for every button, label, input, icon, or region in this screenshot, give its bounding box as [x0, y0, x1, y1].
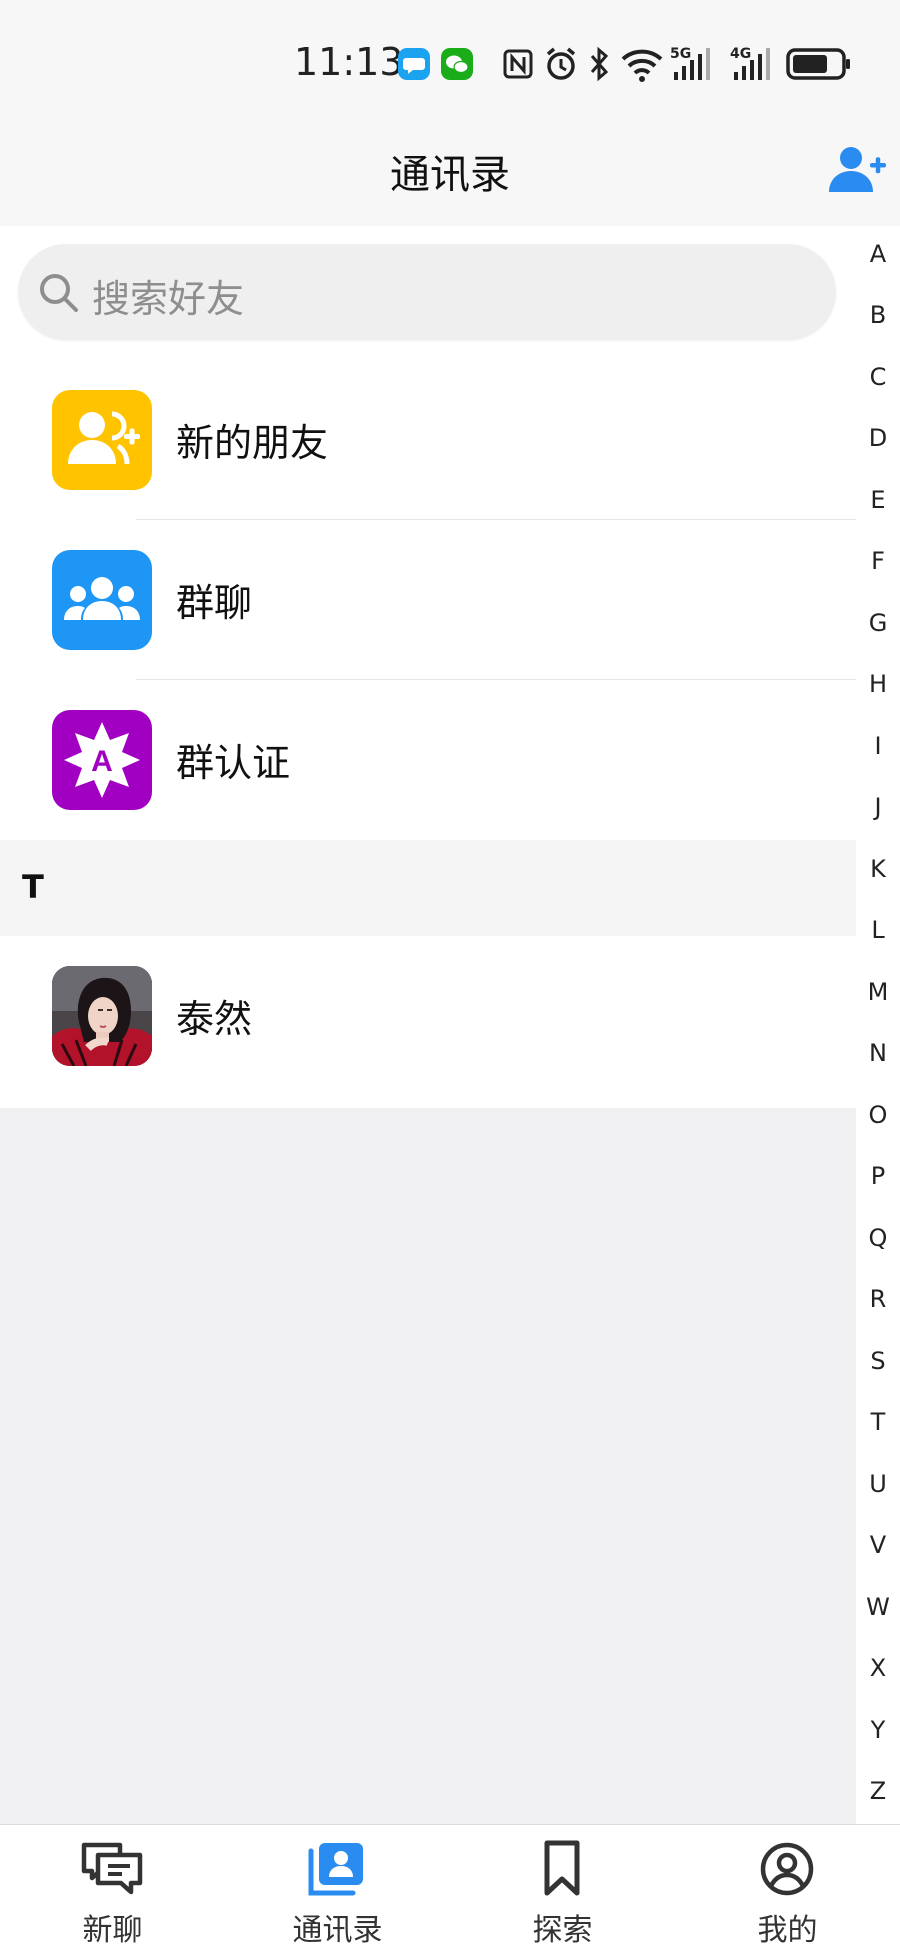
- index-letter-a[interactable]: A: [856, 240, 900, 268]
- new-friends-item[interactable]: 新的朋友: [0, 360, 856, 520]
- chat-icon: [81, 1842, 143, 1895]
- index-letter-x[interactable]: X: [856, 1654, 900, 1682]
- group-chat-item[interactable]: 群聊: [0, 520, 856, 680]
- nav-chat[interactable]: 新聊: [0, 1825, 225, 1951]
- index-letter-q[interactable]: Q: [856, 1224, 900, 1252]
- contact-name: 泰然: [176, 997, 253, 1041]
- status-bar: 11:13 5G 4G: [0, 0, 900, 110]
- add-friend-icon: [829, 147, 886, 192]
- signal-5g-icon: 5G: [670, 44, 718, 84]
- signal-4g-icon: 4G: [730, 44, 778, 84]
- index-letter-t[interactable]: T: [856, 1408, 900, 1436]
- search-icon: [40, 274, 78, 312]
- add-friend-button[interactable]: [828, 144, 888, 196]
- index-letter-j[interactable]: J: [856, 793, 900, 821]
- index-letter-f[interactable]: F: [856, 547, 900, 575]
- index-letter-h[interactable]: H: [856, 670, 900, 698]
- page-title: 通讯录: [390, 152, 510, 198]
- bookmark-icon: [544, 1840, 580, 1896]
- contacts-list: 搜索好友 新的朋友 群聊 A 群认证 T 泰然: [0, 226, 856, 1108]
- svg-text:A: A: [91, 745, 113, 778]
- group-verify-item[interactable]: A 群认证: [0, 680, 856, 840]
- wifi-icon: [621, 49, 663, 82]
- group-verify-label: 群认证: [176, 741, 291, 785]
- nav-contacts-label: 通讯录: [292, 1913, 383, 1948]
- index-letter-k[interactable]: K: [856, 855, 900, 883]
- index-letter-o[interactable]: O: [856, 1101, 900, 1129]
- index-letter-r[interactable]: R: [856, 1285, 900, 1313]
- status-time: 11:13: [294, 40, 404, 84]
- header: 通讯录: [0, 110, 900, 226]
- contacts-icon: [308, 1843, 363, 1896]
- index-letter-e[interactable]: E: [856, 486, 900, 514]
- new-friends-label: 新的朋友: [176, 421, 329, 465]
- index-letter-s[interactable]: S: [856, 1347, 900, 1375]
- new-friend-icon: [52, 390, 152, 490]
- profile-icon: [760, 1842, 814, 1896]
- index-letter-d[interactable]: D: [856, 424, 900, 452]
- message-notification-icon: [398, 48, 430, 80]
- index-letter-n[interactable]: N: [856, 1039, 900, 1067]
- bottom-nav: 新聊 通讯录 探索 我的: [0, 1824, 900, 1951]
- section-letter: T: [22, 868, 44, 906]
- index-letter-w[interactable]: W: [856, 1593, 900, 1621]
- search-input[interactable]: 搜索好友: [18, 244, 836, 340]
- nav-explore-label: 探索: [532, 1913, 593, 1948]
- index-letter-g[interactable]: G: [856, 609, 900, 637]
- section-header: T: [0, 840, 856, 936]
- battery-icon: [786, 48, 850, 80]
- bluetooth-icon: [590, 46, 609, 82]
- nav-contacts[interactable]: 通讯录: [225, 1825, 450, 1951]
- wechat-notification-icon: [441, 48, 473, 80]
- index-letter-p[interactable]: P: [856, 1162, 900, 1190]
- nav-profile-label: 我的: [757, 1913, 818, 1948]
- group-chat-label: 群聊: [176, 581, 253, 625]
- group-chat-icon: [52, 550, 152, 650]
- index-letter-i[interactable]: I: [856, 732, 900, 760]
- index-letter-b[interactable]: B: [856, 301, 900, 329]
- index-letter-v[interactable]: V: [856, 1531, 900, 1559]
- index-letter-u[interactable]: U: [856, 1470, 900, 1498]
- contact-item[interactable]: 泰然: [0, 936, 856, 1096]
- index-letter-l[interactable]: L: [856, 916, 900, 944]
- group-verify-icon: A: [52, 710, 152, 810]
- index-letter-z[interactable]: Z: [856, 1777, 900, 1805]
- alphabet-index-bar[interactable]: A B C D E F G H I J K L M N O P Q R S T …: [856, 226, 900, 1824]
- avatar: [52, 966, 152, 1066]
- nav-profile[interactable]: 我的: [675, 1825, 900, 1951]
- nav-explore[interactable]: 探索: [450, 1825, 675, 1951]
- search-placeholder: 搜索好友: [92, 277, 245, 321]
- nav-chat-label: 新聊: [82, 1913, 143, 1948]
- alarm-icon: [546, 47, 576, 80]
- nfc-icon: [503, 49, 533, 79]
- index-letter-y[interactable]: Y: [856, 1716, 900, 1744]
- index-letter-c[interactable]: C: [856, 363, 900, 391]
- index-letter-m[interactable]: M: [856, 978, 900, 1006]
